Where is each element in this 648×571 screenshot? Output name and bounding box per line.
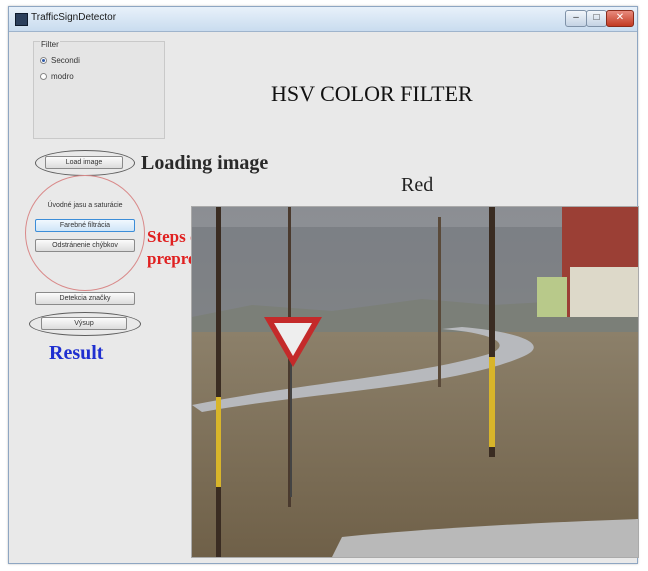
window-title: TrafficSignDetector [31, 12, 117, 23]
annotation-loading-image: Loading image [141, 152, 269, 174]
app-icon [15, 13, 28, 26]
filter-groupbox: Filter Secondi modro [33, 40, 165, 139]
road-scene-image [191, 206, 639, 558]
remove-noise-button[interactable]: Odstránenie chýbkov [35, 239, 135, 252]
road-scene-picture [192, 207, 638, 557]
load-image-button[interactable]: Load image [45, 156, 123, 169]
radio-option-1-label: Secondi [51, 56, 80, 65]
annotation-result: Result [49, 342, 104, 364]
radio-option-1[interactable]: Secondi [40, 56, 80, 65]
radio-option-2-label: modro [51, 72, 74, 81]
radio-option-2[interactable]: modro [40, 72, 74, 81]
close-icon[interactable]: ✕ [606, 10, 634, 27]
result-button[interactable]: Výsup [41, 317, 127, 330]
page-title: HSV COLOR FILTER [271, 81, 473, 106]
color-filter-button[interactable]: Farebné filtrácia [35, 219, 135, 232]
radio-unselected-icon[interactable] [40, 73, 47, 80]
title-bar[interactable]: TrafficSignDetector – □ ✕ [9, 7, 637, 32]
minimize-icon[interactable]: – [565, 10, 587, 27]
app-window: TrafficSignDetector – □ ✕ Filter Secondi… [8, 6, 639, 564]
radio-selected-icon[interactable] [40, 57, 47, 64]
image-channel-label: Red [401, 174, 434, 196]
maximize-icon[interactable]: □ [586, 10, 607, 27]
preprocessing-highlight [25, 175, 145, 291]
preprocess-header-label: Úvodné jasu a saturácie [47, 202, 123, 209]
filter-group-label: Filter [40, 40, 60, 49]
detect-sign-button[interactable]: Detekcia značky [35, 292, 135, 305]
